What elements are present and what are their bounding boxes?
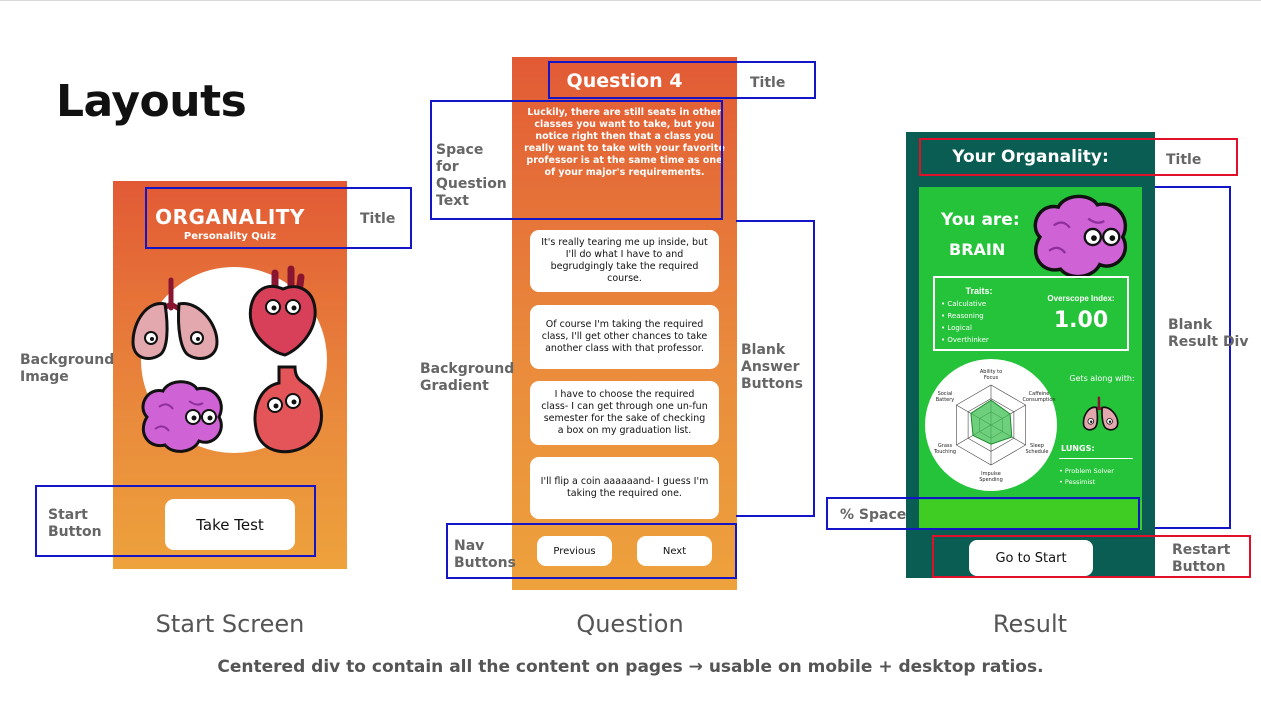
traits-label: Traits: [965,286,993,296]
annotation-label-nav-buttons: Nav Buttons [454,538,516,571]
radar-label: Sleep Schedule [1025,443,1049,455]
trait-item: • Logical [941,324,972,332]
radar-label: Ability to Focus [979,369,1003,381]
annotation-label-start-title: Title [360,211,396,227]
radar-label: Impulse Spending [979,471,1003,483]
you-are-label: You are: [941,210,1020,230]
overscope-value: 1.00 [1053,308,1109,333]
page-title: Layouts [56,76,247,127]
traits-box: Traits: • Calculative • Reasoning • Logi… [933,276,1129,351]
radar-label: Social Battery [935,391,955,403]
result-type: BRAIN [949,240,1006,259]
overscope-label: Overscope Index: [1047,294,1115,303]
match-divider [1059,458,1133,459]
annotation-label-question-text: Space for Question Text [436,142,507,209]
trait-item: • Reasoning [941,312,984,320]
annotation-label-question-title: Title [750,75,786,91]
annotation-label-background-gradient: Background Gradient [420,361,515,394]
heart-icon [248,265,317,357]
annotation-label-result-div: Blank Result Div [1168,317,1249,350]
caption-question: Question [576,610,684,638]
lungs-match-icon [1082,396,1119,431]
radar-label: Caffeine Consumption [1022,391,1056,403]
result-div-bracket [1155,186,1231,529]
answer-button-4[interactable]: I'll flip a coin aaaaaand- I guess I'm t… [530,457,719,519]
annotation-label-result-title: Title [1166,152,1202,168]
brain-result-icon [1033,194,1127,279]
footer-note: Centered div to contain all the content … [217,657,1044,677]
caption-result: Result [992,610,1068,638]
trait-item: • Calculative [941,300,987,308]
result-panel: You are: BRAIN Traits: • Calculative • R… [919,187,1142,530]
radar-chart: Ability to Focus Caffeine Consumption Sl… [925,359,1057,491]
match-trait: • Problem Solver [1059,467,1114,475]
answer-button-3[interactable]: I have to choose the required class- I c… [530,381,719,445]
annotation-label-background-image: Background Image [20,352,115,385]
match-trait: • Pessimist [1059,478,1096,486]
annotation-label-start-button: Start Button [48,507,102,540]
gets-along-label: Gets along with: [1069,374,1135,383]
annotation-label-percent-space: % Space [840,507,907,523]
brain-icon [141,380,223,453]
answer-button-1[interactable]: It's really tearing me up inside, but I'… [530,230,719,292]
stomach-icon [253,365,323,454]
annotation-label-answer-buttons: Blank Answer Buttons [741,342,803,392]
trait-item: • Overthinker [941,336,989,344]
match-label: LUNGS: [1061,444,1095,453]
caption-start-screen: Start Screen [155,610,305,638]
answer-button-2[interactable]: Of course I'm taking the required class,… [530,305,719,369]
annotation-label-restart-button: Restart Button [1172,542,1231,575]
top-divider [0,0,1261,1]
radar-label: Grass Touching [933,443,957,455]
lungs-icon [131,277,219,360]
